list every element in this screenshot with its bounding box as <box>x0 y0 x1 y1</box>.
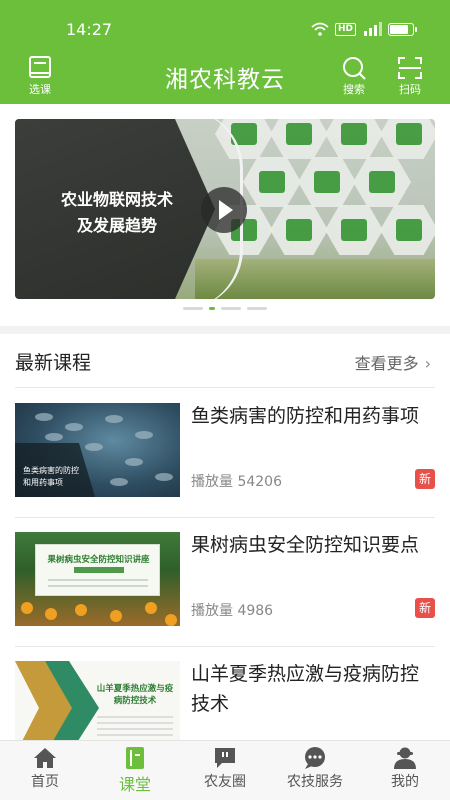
thumbnail-caption: 山羊夏季热应激与疫病防控技术 <box>96 684 174 706</box>
search-icon <box>343 57 366 80</box>
course-title: 鱼类病害的防控和用药事项 <box>191 405 420 427</box>
course-thumbnail: 山羊夏季热应激与疫病防控技术 <box>15 661 180 740</box>
nav-agri-service-label: 农技服务 <box>287 774 343 790</box>
thumbnail-caption: 果树病虫安全防控知识讲座 <box>47 555 150 565</box>
carousel-dot[interactable] <box>221 307 241 310</box>
hd-badge: HD <box>334 22 356 36</box>
scan-button[interactable]: 扫码 <box>387 56 433 100</box>
profile-icon <box>394 747 416 769</box>
course-play-count: 播放量 54206 <box>191 474 282 490</box>
carousel-dot-active[interactable] <box>209 307 215 310</box>
status-icons: HD <box>311 22 417 36</box>
nav-profile-label: 我的 <box>391 774 419 790</box>
banner-title: 农业物联网技术 及发展趋势 <box>37 187 197 239</box>
banner-carousel[interactable]: 农业物联网技术 及发展趋势 <box>15 119 435 299</box>
nav-classroom-label: 课堂 <box>118 775 151 794</box>
chat-bubble-icon <box>215 748 235 768</box>
latest-courses-section: 最新课程 查看更多 › 鱼类病害的防控 和用药事项 鱼类病害的防控和用药事项 播放量… <box>0 334 450 740</box>
thumbnail-caption: 鱼类病害的防控 和用药事项 <box>23 466 79 487</box>
section-title: 最新课程 <box>15 352 92 374</box>
new-badge: 新 <box>415 469 435 489</box>
course-item[interactable]: 果树病虫安全防控知识讲座 果树病虫安全防控知识要点 播放量 4986 新 <box>15 518 435 647</box>
classroom-icon <box>126 747 144 769</box>
nav-home[interactable]: 首页 <box>0 741 90 800</box>
banner-title-line1: 农业物联网技术 <box>60 190 173 209</box>
app-title: 湘农科教云 <box>165 67 285 93</box>
course-item[interactable]: 鱼类病害的防控 和用药事项 鱼类病害的防控和用药事项 播放量 54206 新 <box>15 389 435 518</box>
bottom-nav: 首页 课堂 农友圈 农技服务 我的 <box>0 740 450 800</box>
nav-classroom[interactable]: 课堂 <box>90 741 180 800</box>
nav-farmer-circle-label: 农友圈 <box>204 774 246 790</box>
search-label: 搜索 <box>343 83 365 96</box>
signal-icon <box>364 22 382 36</box>
home-icon <box>34 748 56 768</box>
search-button[interactable]: 搜索 <box>331 56 377 100</box>
course-title: 果树病虫安全防控知识要点 <box>191 534 420 556</box>
view-more-link[interactable]: 查看更多 › <box>355 350 431 374</box>
nav-farmer-circle[interactable]: 农友圈 <box>180 741 270 800</box>
course-thumbnail: 果树病虫安全防控知识讲座 <box>15 532 180 626</box>
banner-title-line2: 及发展趋势 <box>76 216 157 235</box>
carousel-dot[interactable] <box>183 307 203 310</box>
view-more-label: 查看更多 <box>354 354 419 373</box>
course-item[interactable]: 山羊夏季热应激与疫病防控技术 山羊夏季热应激与疫病防控技术 <box>15 647 435 740</box>
battery-icon <box>388 22 417 36</box>
status-bar: 14:27 HD <box>0 0 450 52</box>
service-icon <box>305 747 325 769</box>
nav-profile[interactable]: 我的 <box>360 741 450 800</box>
scan-icon <box>398 57 422 79</box>
wifi-icon <box>311 22 329 36</box>
chevron-right-icon: › <box>424 354 431 373</box>
course-title: 山羊夏季热应激与疫病防控技术 <box>191 663 420 715</box>
status-time: 14:27 <box>66 20 113 39</box>
course-play-count: 播放量 4986 <box>191 603 274 619</box>
nav-agri-service[interactable]: 农技服务 <box>270 741 360 800</box>
play-icon[interactable] <box>201 187 247 233</box>
section-header: 最新课程 查看更多 › <box>15 334 435 388</box>
banner-area: 农业物联网技术 及发展趋势 <box>0 104 450 326</box>
nav-home-label: 首页 <box>31 774 59 790</box>
carousel-indicator <box>0 307 450 310</box>
new-badge: 新 <box>415 598 435 618</box>
course-thumbnail: 鱼类病害的防控 和用药事项 <box>15 403 180 497</box>
scan-label: 扫码 <box>399 83 421 96</box>
app-header: 14:27 HD 选课 湘农科教云 搜索 扫码 <box>0 0 450 104</box>
carousel-dot[interactable] <box>247 307 267 310</box>
